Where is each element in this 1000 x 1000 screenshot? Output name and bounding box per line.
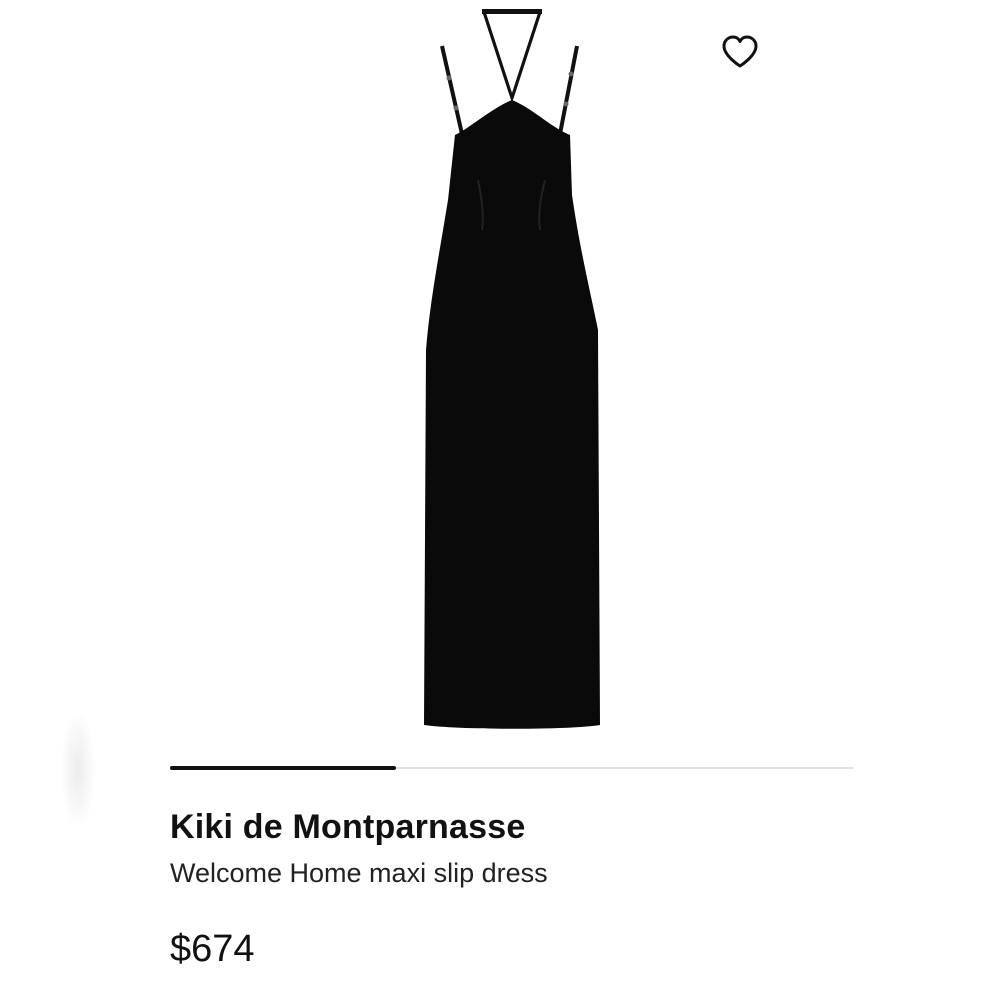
image-carousel-progress-fill bbox=[170, 766, 396, 770]
image-carousel-progress bbox=[170, 766, 854, 770]
heart-outline-icon bbox=[722, 35, 758, 68]
product-name[interactable]: Welcome Home maxi slip dress bbox=[170, 858, 548, 889]
brand-name[interactable]: Kiki de Montparnasse bbox=[170, 808, 525, 847]
product-price: $674 bbox=[170, 928, 255, 970]
dress-image bbox=[424, 9, 600, 729]
wishlist-button[interactable] bbox=[718, 32, 762, 72]
product-card[interactable]: Kiki de Montparnasse Welcome Home maxi s… bbox=[0, 0, 1000, 1000]
adjacent-image-edge bbox=[60, 710, 96, 830]
product-image[interactable] bbox=[0, 0, 1000, 830]
